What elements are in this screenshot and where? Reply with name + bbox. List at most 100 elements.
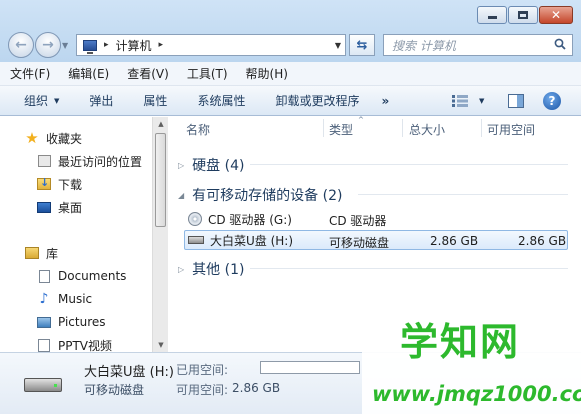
eject-button[interactable]: 弹出 xyxy=(71,92,125,109)
organize-button[interactable]: 组织 ▼ xyxy=(0,92,71,109)
breadcrumb-separator-icon[interactable]: ▸ xyxy=(159,40,164,50)
column-divider xyxy=(402,119,403,137)
view-options-icon[interactable] xyxy=(452,95,468,107)
search-placeholder: 搜索 计算机 xyxy=(392,38,456,53)
group-separator xyxy=(250,164,568,165)
maximize-button[interactable] xyxy=(508,6,538,24)
nav-recent-places[interactable]: 最近访问的位置 xyxy=(36,151,142,171)
view-dropdown-icon[interactable]: ▼ xyxy=(479,97,484,105)
library-icon xyxy=(24,245,40,261)
scroll-thumb[interactable] xyxy=(155,133,166,227)
uninstall-button[interactable]: 卸载或更改程序 xyxy=(257,92,371,109)
navigation-scrollbar[interactable]: ▲ ▼ xyxy=(152,117,168,352)
drive-total-size: 2.86 GB xyxy=(430,234,479,248)
drive-name: CD 驱动器 (G:) xyxy=(208,212,292,227)
close-icon: ✕ xyxy=(550,8,562,22)
group-removable-storage[interactable]: ◢ 有可移动存储的设备 (2) xyxy=(178,185,342,205)
command-bar: 组织 ▼ 弹出 属性 系统属性 卸载或更改程序 » xyxy=(0,86,581,116)
group-separator xyxy=(358,194,568,195)
navigation-pane: ★ 收藏夹 最近访问的位置 下载 桌面 库 Documents ♪ Music … xyxy=(0,117,152,352)
document-icon xyxy=(36,268,52,284)
usb-drive-large-icon xyxy=(24,378,62,392)
group-hard-disks[interactable]: ▷ 硬盘 (4) xyxy=(178,155,244,175)
music-note-icon: ♪ xyxy=(39,291,49,307)
system-properties-button[interactable]: 系统属性 xyxy=(179,92,257,109)
recent-places-icon xyxy=(36,153,52,169)
column-free-space[interactable]: 可用空间 xyxy=(487,121,535,138)
group-hard-disks-label: 硬盘 (4) xyxy=(192,158,245,174)
breadcrumb-computer[interactable]: 计算机 xyxy=(116,37,152,54)
menu-tools[interactable]: 工具(T) xyxy=(179,65,236,82)
drive-free-space: 2.86 GB xyxy=(518,234,567,248)
cd-drive-icon xyxy=(188,212,202,226)
nav-pptv[interactable]: PPTV视频 xyxy=(36,335,112,352)
nav-documents-label: Documents xyxy=(58,269,127,283)
organize-label: 组织 xyxy=(24,94,49,108)
nav-libraries-label: 库 xyxy=(46,246,59,261)
search-input[interactable]: 搜索 计算机 xyxy=(383,34,573,56)
usb-drive-icon xyxy=(188,236,204,244)
nav-music[interactable]: ♪ Music xyxy=(36,289,93,309)
menu-bar: 文件(F) 编辑(E) 查看(V) 工具(T) 帮助(H) xyxy=(0,62,581,86)
nav-desktop[interactable]: 桌面 xyxy=(36,197,82,217)
drive-row-usb[interactable]: 大白菜U盘 (H:) 可移动磁盘 2.86 GB 2.86 GB xyxy=(184,230,568,250)
breadcrumb-separator-icon[interactable]: ▸ xyxy=(104,40,109,50)
nav-libraries[interactable]: 库 xyxy=(24,243,58,263)
video-folder-icon xyxy=(36,337,52,352)
watermark-title: 学知网 xyxy=(400,320,521,364)
details-free-label: 可用空间: xyxy=(176,383,229,397)
close-button[interactable]: ✕ xyxy=(539,6,573,24)
properties-button[interactable]: 属性 xyxy=(125,92,179,109)
minimize-button[interactable] xyxy=(477,6,507,24)
forward-button[interactable]: → xyxy=(35,32,61,58)
search-icon[interactable] xyxy=(554,38,566,50)
column-divider xyxy=(323,119,324,137)
nav-documents[interactable]: Documents xyxy=(36,266,126,286)
menu-edit[interactable]: 编辑(E) xyxy=(60,65,117,82)
menu-view[interactable]: 查看(V) xyxy=(119,65,177,82)
nav-desktop-label: 桌面 xyxy=(58,200,83,215)
expand-triangle-icon: ▷ xyxy=(178,160,185,170)
column-type[interactable]: 类型 xyxy=(329,121,353,138)
recent-pages-dropdown[interactable]: ▼ xyxy=(62,41,68,50)
scroll-up-icon[interactable]: ▲ xyxy=(156,120,166,128)
drive-name: 大白菜U盘 (H:) xyxy=(210,233,294,248)
drive-type: CD 驱动器 xyxy=(329,214,387,228)
chevron-down-icon: ▼ xyxy=(54,96,60,105)
nav-downloads[interactable]: 下载 xyxy=(36,174,82,194)
window-controls: ✕ xyxy=(476,6,573,24)
more-commands-button[interactable]: » xyxy=(371,94,399,108)
computer-icon xyxy=(83,39,97,54)
sort-ascending-icon: ^ xyxy=(358,116,364,124)
arrow-right-icon: → xyxy=(42,37,54,53)
back-button[interactable]: ← xyxy=(8,32,34,58)
nav-favorites[interactable]: ★ 收藏夹 xyxy=(24,128,82,148)
drive-row-cd[interactable]: CD 驱动器 (G:) CD 驱动器 xyxy=(184,209,568,229)
nav-favorites-label: 收藏夹 xyxy=(46,131,83,146)
address-dropdown-icon[interactable]: ▼ xyxy=(335,41,341,50)
desktop-icon xyxy=(36,199,52,215)
pictures-icon xyxy=(36,314,52,330)
address-bar[interactable]: ▸ 计算机 ▸ ▼ xyxy=(76,34,346,56)
menu-file[interactable]: 文件(F) xyxy=(2,65,58,82)
preview-pane-icon[interactable] xyxy=(508,94,524,108)
refresh-button[interactable]: ⇆ xyxy=(349,34,375,56)
column-total-size[interactable]: 总大小 xyxy=(409,121,445,138)
menu-help[interactable]: 帮助(H) xyxy=(238,65,296,82)
details-free-value: 2.86 GB xyxy=(232,381,281,395)
details-drive-name: 大白菜U盘 (H:) xyxy=(84,365,174,380)
maximize-icon xyxy=(518,11,528,19)
column-divider xyxy=(481,119,482,137)
details-used-label: 已用空间: xyxy=(176,363,229,377)
group-other[interactable]: ▷ 其他 (1) xyxy=(178,259,244,279)
group-separator xyxy=(250,268,568,269)
watermark-url: www.jmqz1000.com xyxy=(372,382,581,406)
scroll-down-icon[interactable]: ▼ xyxy=(156,341,166,349)
nav-pictures[interactable]: Pictures xyxy=(36,312,106,332)
arrow-left-icon: ← xyxy=(15,37,27,53)
column-name[interactable]: 名称 xyxy=(186,121,210,138)
nav-pictures-label: Pictures xyxy=(58,315,106,329)
help-icon[interactable]: ? xyxy=(543,92,561,110)
details-drive-type: 可移动磁盘 xyxy=(84,383,145,397)
nav-downloads-label: 下载 xyxy=(58,177,83,192)
